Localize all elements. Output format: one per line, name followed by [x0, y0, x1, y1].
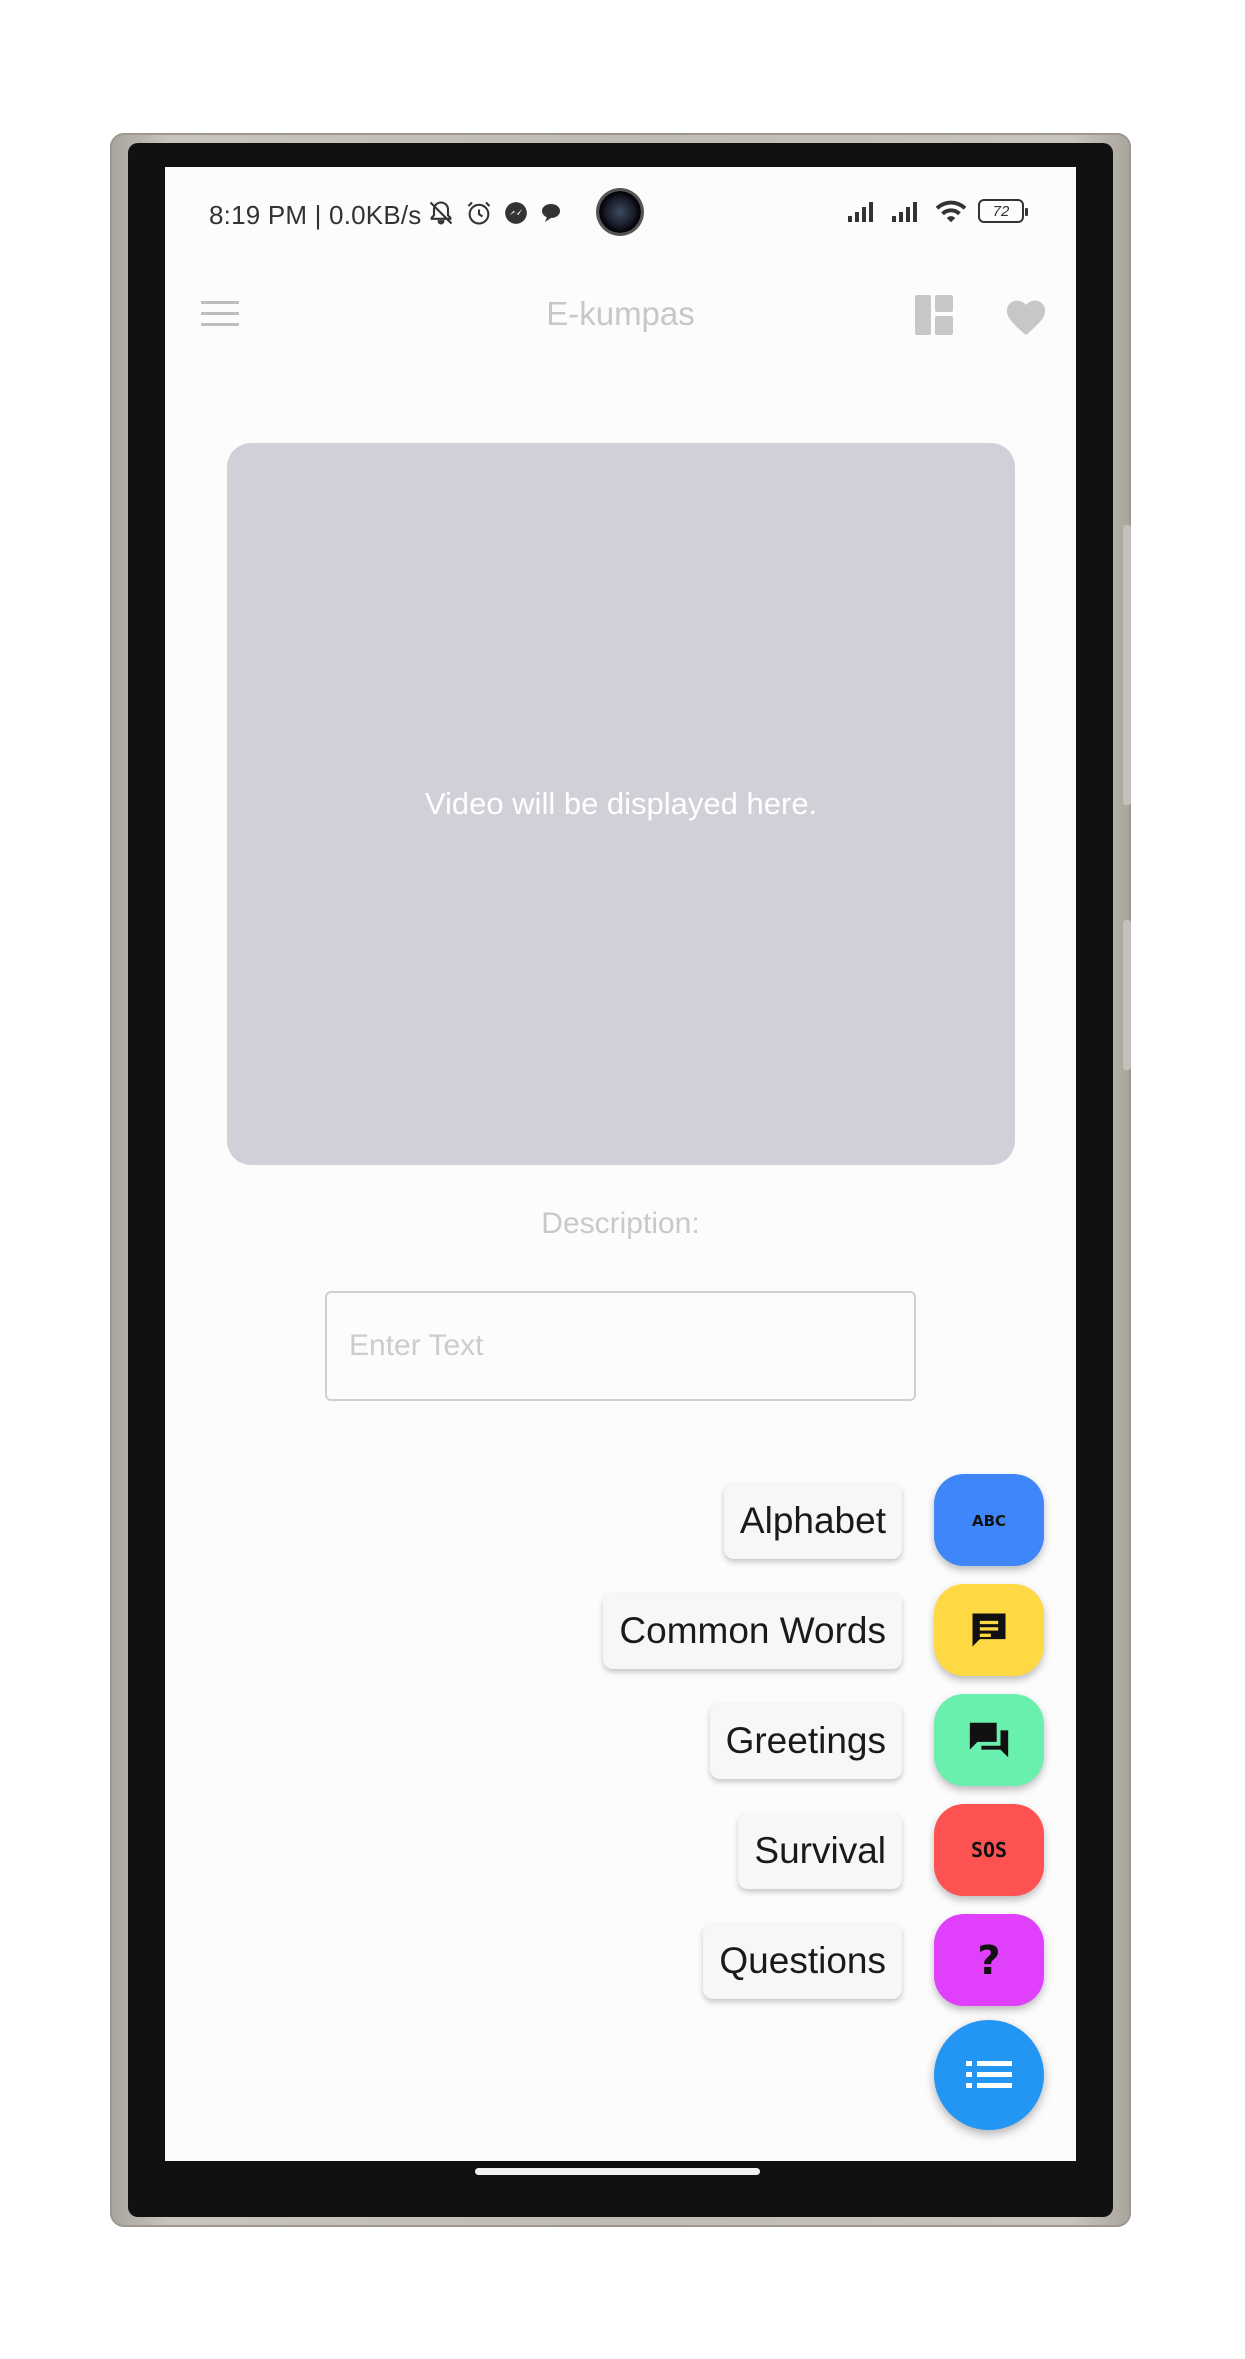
list-icon — [966, 2061, 1012, 2088]
questions-fab[interactable]: ? — [934, 1914, 1044, 2006]
question-mark-icon: ? — [977, 1938, 1000, 1982]
alphabet-fab[interactable]: ABC — [934, 1474, 1044, 1566]
alphabet-label-button[interactable]: Alphabet — [723, 1483, 902, 1559]
status-icons-left — [427, 199, 563, 227]
questions-label-button[interactable]: Questions — [703, 1923, 902, 1999]
video-placeholder-text: Video will be displayed here. — [424, 786, 818, 821]
chat-text-icon — [972, 1613, 1006, 1647]
status-bar: 8:19 PM | 0.0KB/s 72 — [165, 167, 1076, 267]
svg-text:SOS: SOS — [971, 1838, 1007, 1862]
app-bar: E-kumpas — [165, 267, 1076, 367]
front-camera — [599, 191, 641, 233]
svg-text:?: ? — [977, 1938, 1000, 1982]
phone-screen: 8:19 PM | 0.0KB/s 72 E-kumpas Video will… — [165, 167, 1076, 2161]
chat-bubble-icon — [542, 204, 560, 222]
alarm-icon — [467, 201, 491, 225]
abc-icon: ABC — [972, 1512, 1006, 1530]
status-time-network: 8:19 PM | 0.0KB/s — [209, 200, 422, 230]
svg-text:ABC: ABC — [972, 1512, 1006, 1530]
sos-icon: SOS — [971, 1838, 1007, 1862]
common-words-label-button[interactable]: Common Words — [603, 1593, 902, 1669]
speed-dial-toggle-button[interactable] — [934, 2020, 1044, 2130]
wifi-icon — [935, 200, 967, 223]
battery-icon: 72 — [978, 199, 1028, 223]
common-words-fab[interactable] — [934, 1584, 1044, 1676]
video-player-placeholder: Video will be displayed here. — [227, 443, 1015, 1165]
greetings-fab[interactable] — [934, 1694, 1044, 1786]
home-indicator[interactable] — [475, 2168, 760, 2175]
description-label: Description: — [541, 1207, 700, 1240]
signal-icon — [892, 202, 917, 222]
dashboard-layout-icon[interactable] — [915, 295, 953, 335]
signal-icon — [848, 202, 873, 222]
survival-label-button[interactable]: Survival — [738, 1813, 902, 1889]
volume-button — [1123, 525, 1131, 805]
greetings-label-button[interactable]: Greetings — [709, 1703, 902, 1779]
power-button — [1123, 920, 1131, 1070]
text-input-field[interactable] — [325, 1291, 916, 1401]
survival-fab[interactable]: SOS — [934, 1804, 1044, 1896]
status-icons-right: 72 — [846, 197, 1028, 225]
messenger-icon — [505, 202, 527, 224]
forum-icon — [969, 1722, 1009, 1758]
heart-icon[interactable] — [1003, 297, 1049, 337]
bell-off-icon — [429, 201, 453, 225]
